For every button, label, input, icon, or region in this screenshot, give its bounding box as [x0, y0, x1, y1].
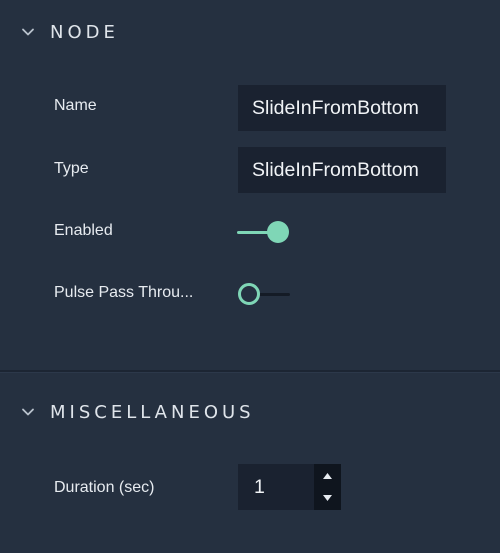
duration-decrement-button[interactable]	[314, 487, 341, 510]
enabled-toggle[interactable]	[237, 219, 293, 245]
name-input[interactable]	[238, 85, 446, 131]
pulse-pass-through-label: Pulse Pass Throu...	[54, 284, 194, 301]
chevron-down-icon[interactable]	[21, 405, 35, 419]
pulse-pass-through-toggle-knob[interactable]	[238, 283, 260, 305]
miscellaneous-section: MISCELLANEOUS	[0, 372, 500, 553]
duration-spinner	[314, 464, 341, 510]
triangle-up-icon	[323, 473, 332, 479]
duration-stepper[interactable]: 1	[238, 464, 341, 510]
miscellaneous-section-header[interactable]: MISCELLANEOUS	[0, 392, 500, 432]
type-label: Type	[54, 160, 89, 177]
duration-label: Duration (sec)	[54, 479, 155, 496]
name-label: Name	[54, 97, 97, 114]
node-section: NODE Name Type Enabled Pulse Pass Throu.…	[0, 0, 500, 370]
node-section-title: NODE	[50, 21, 119, 43]
duration-increment-button[interactable]	[314, 464, 341, 487]
duration-value[interactable]: 1	[254, 464, 265, 510]
pulse-pass-through-toggle[interactable]	[237, 281, 293, 307]
type-input[interactable]	[238, 147, 446, 193]
node-section-header[interactable]: NODE	[0, 12, 500, 52]
chevron-down-icon[interactable]	[21, 25, 35, 39]
miscellaneous-section-title: MISCELLANEOUS	[50, 401, 255, 423]
enabled-label: Enabled	[54, 222, 113, 239]
triangle-down-icon	[323, 495, 332, 501]
enabled-toggle-knob[interactable]	[267, 221, 289, 243]
